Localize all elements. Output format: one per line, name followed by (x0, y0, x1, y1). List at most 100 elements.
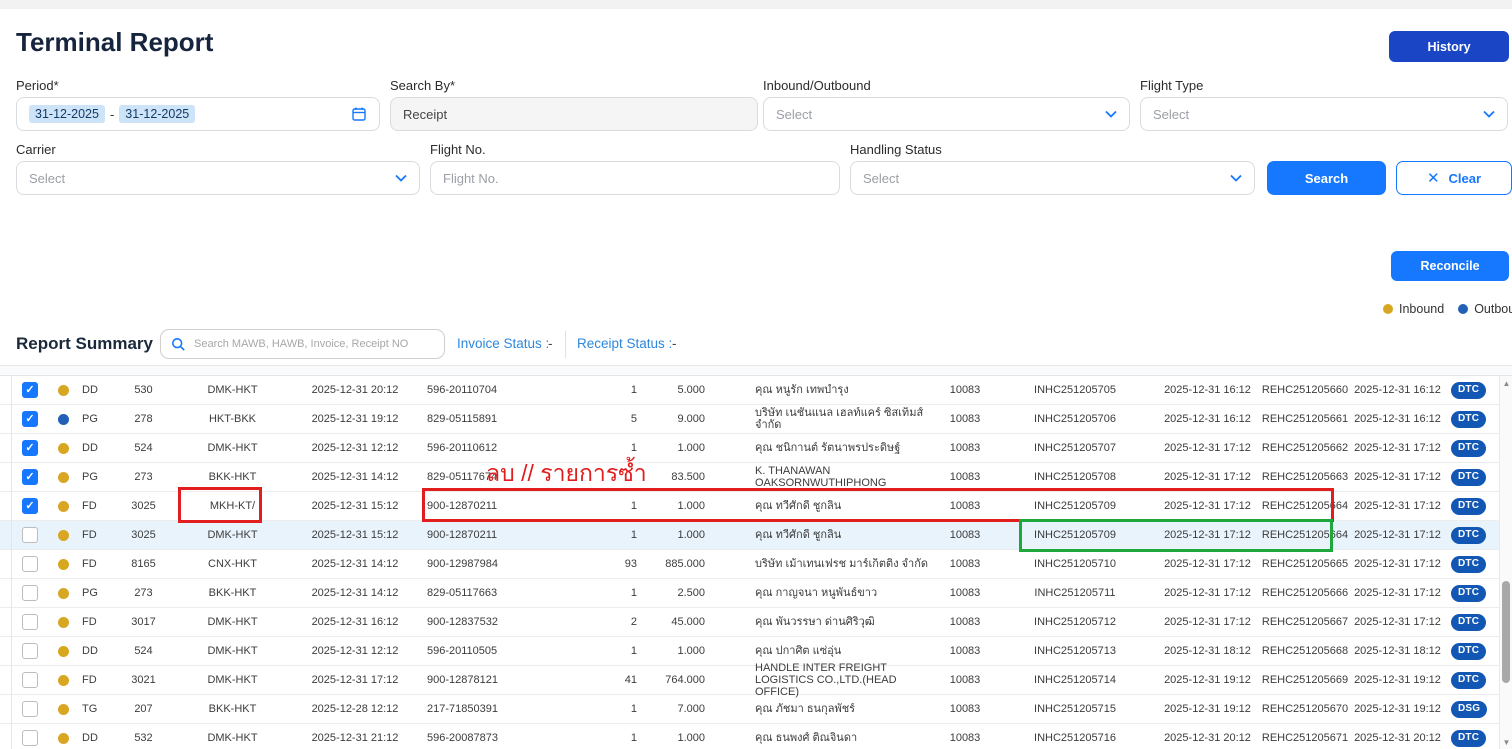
report-table-body: ✓DD530DMK-HKT2025-12-31 20:12596-2011070… (0, 376, 1512, 749)
table-row[interactable]: FD3017DMK-HKT2025-12-31 16:12900-1283753… (0, 608, 1512, 637)
chevron-down-icon[interactable] (395, 174, 407, 182)
table-row[interactable]: DD532DMK-HKT2025-12-31 21:12596-20087873… (0, 724, 1512, 749)
inbound-status-dot-icon (58, 588, 69, 599)
cell-customer: คุณ พันวรรษา ด่านศิริวุฒิ (715, 616, 935, 628)
handling-status-select[interactable]: Select (850, 161, 1255, 195)
cell-receipt-no: REHC251205665 (1260, 558, 1350, 570)
chevron-down-icon[interactable] (1105, 110, 1117, 118)
cell-invoice-no: INHC251205712 (995, 616, 1155, 628)
inbound-outbound-select[interactable]: Select (763, 97, 1130, 131)
carrier-select[interactable]: Select (16, 161, 420, 195)
table-row[interactable]: ✓PG278HKT-BKK2025-12-31 19:12829-0511589… (0, 405, 1512, 434)
table-row[interactable]: FD3025DMK-HKT2025-12-31 15:12900-1287021… (0, 521, 1512, 550)
flight-type-select[interactable]: Select (1140, 97, 1508, 131)
cell-carrier: FD (78, 616, 112, 628)
cell-flight-no: 524 (112, 645, 175, 657)
history-button[interactable]: History (1389, 31, 1509, 62)
cell-route: DMK-HKT (175, 384, 290, 396)
handling-status-placeholder: Select (863, 171, 899, 186)
cell-code: 10083 (935, 674, 995, 686)
terminal-report-page: Terminal Report History Period* 31-12-20… (0, 0, 1512, 749)
cell-flight-date: 2025-12-31 14:12 (290, 587, 420, 599)
table-row[interactable]: ✓DD524DMK-HKT2025-12-31 12:12596-2011061… (0, 434, 1512, 463)
reconcile-button[interactable]: Reconcile (1391, 251, 1509, 281)
cell-receipt-date: 2025-12-31 19:12 (1350, 703, 1445, 715)
row-checkbox-checked[interactable]: ✓ (22, 498, 38, 514)
cell-invoice-date: 2025-12-31 19:12 (1155, 674, 1260, 686)
row-checkbox-cell (12, 556, 48, 572)
handling-type-badge: DTC (1451, 469, 1486, 486)
cell-invoice-no: INHC251205709 (995, 500, 1155, 512)
clear-button[interactable]: ✕ Clear (1396, 161, 1512, 195)
cell-route: DMK-HKT (175, 732, 290, 744)
scroll-down-arrow-icon[interactable]: ▼ (1500, 738, 1512, 747)
table-row[interactable]: FD3021DMK-HKT2025-12-31 17:12900-1287812… (0, 666, 1512, 695)
cell-invoice-no: INHC251205710 (995, 558, 1155, 570)
cell-invoice-date: 2025-12-31 17:12 (1155, 500, 1260, 512)
period-from-value[interactable]: 31-12-2025 (29, 105, 105, 123)
invoice-status-label: Invoice Status : (457, 336, 549, 351)
row-checkbox-checked[interactable]: ✓ (22, 440, 38, 456)
table-row[interactable]: TG207BKK-HKT2025-12-28 12:12217-71850391… (0, 695, 1512, 724)
chevron-down-icon[interactable] (1483, 110, 1495, 118)
handling-type-badge: DTC (1451, 730, 1486, 747)
row-checkbox-unchecked[interactable] (22, 672, 38, 688)
table-row[interactable]: PG273BKK-HKT2025-12-31 14:12829-05117663… (0, 579, 1512, 608)
flight-no-input[interactable]: Flight No. (430, 161, 840, 195)
cell-carrier: DD (78, 442, 112, 454)
search-button[interactable]: Search (1267, 161, 1386, 195)
period-to-value[interactable]: 31-12-2025 (119, 105, 195, 123)
row-checkbox-unchecked[interactable] (22, 730, 38, 746)
scroll-up-arrow-icon[interactable]: ▲ (1500, 379, 1512, 388)
row-checkbox-cell (12, 585, 48, 601)
cell-receipt-date: 2025-12-31 19:12 (1350, 674, 1445, 686)
handling-type-badge: DTC (1451, 614, 1486, 631)
period-range-picker[interactable]: 31-12-2025 - 31-12-2025 (16, 97, 380, 131)
cell-weight: 1.000 (645, 442, 715, 454)
table-row[interactable]: ✓PG273BKK-HKT2025-12-31 14:12829-0511767… (0, 463, 1512, 492)
cell-mawb: 900-12870211 (420, 529, 575, 541)
cell-flight-date: 2025-12-31 19:12 (290, 413, 420, 425)
cell-carrier: PG (78, 413, 112, 425)
inbound-status-dot-icon (58, 385, 69, 396)
row-checkbox-unchecked[interactable] (22, 614, 38, 630)
cell-receipt-no: REHC251205667 (1260, 616, 1350, 628)
scrollbar-thumb[interactable] (1502, 581, 1510, 683)
cell-route: BKK-HKT (175, 471, 290, 483)
cell-flight-date: 2025-12-31 12:12 (290, 645, 420, 657)
search-by-field: Receipt (390, 97, 758, 131)
report-summary-bar: Report Summary Search MAWB, HAWB, Invoic… (0, 322, 1512, 366)
row-checkbox-checked[interactable]: ✓ (22, 469, 38, 485)
row-checkbox-checked[interactable]: ✓ (22, 382, 38, 398)
cell-pieces: 1 (575, 442, 645, 454)
row-checkbox-unchecked[interactable] (22, 556, 38, 572)
clear-x-icon: ✕ (1427, 169, 1440, 187)
inbound-status-dot-icon (58, 501, 69, 512)
cell-carrier: FD (78, 500, 112, 512)
row-checkbox-unchecked[interactable] (22, 527, 38, 543)
cell-weight: 1.000 (645, 529, 715, 541)
row-checkbox-unchecked[interactable] (22, 643, 38, 659)
cell-flight-no: 207 (112, 703, 175, 715)
row-checkbox-unchecked[interactable] (22, 701, 38, 717)
carrier-placeholder: Select (29, 171, 65, 186)
row-checkbox-unchecked[interactable] (22, 585, 38, 601)
cell-receipt-no: REHC251205666 (1260, 587, 1350, 599)
cell-invoice-no: INHC251205705 (995, 384, 1155, 396)
outbound-dot-icon (1458, 304, 1468, 314)
table-row[interactable]: FD8165CNX-HKT2025-12-31 14:12900-1298798… (0, 550, 1512, 579)
cell-code: 10083 (935, 558, 995, 570)
cell-flight-no: 273 (112, 587, 175, 599)
inbound-outbound-label: Inbound/Outbound (763, 78, 871, 93)
chevron-down-icon[interactable] (1230, 174, 1242, 182)
cell-route: DMK-HKT (175, 442, 290, 454)
cell-receipt-date: 2025-12-31 17:12 (1350, 529, 1445, 541)
cell-receipt-no: REHC251205671 (1260, 732, 1350, 744)
cell-invoice-date: 2025-12-31 19:12 (1155, 703, 1260, 715)
calendar-icon[interactable] (351, 106, 367, 122)
table-row[interactable]: ✓FD3025MKH-KT/2025-12-31 15:12900-128702… (0, 492, 1512, 521)
table-row[interactable]: ✓DD530DMK-HKT2025-12-31 20:12596-2011070… (0, 376, 1512, 405)
vertical-scrollbar[interactable]: ▲ ▼ (1499, 376, 1512, 749)
summary-search-input[interactable]: Search MAWB, HAWB, Invoice, Receipt NO (160, 329, 445, 359)
row-checkbox-checked[interactable]: ✓ (22, 411, 38, 427)
